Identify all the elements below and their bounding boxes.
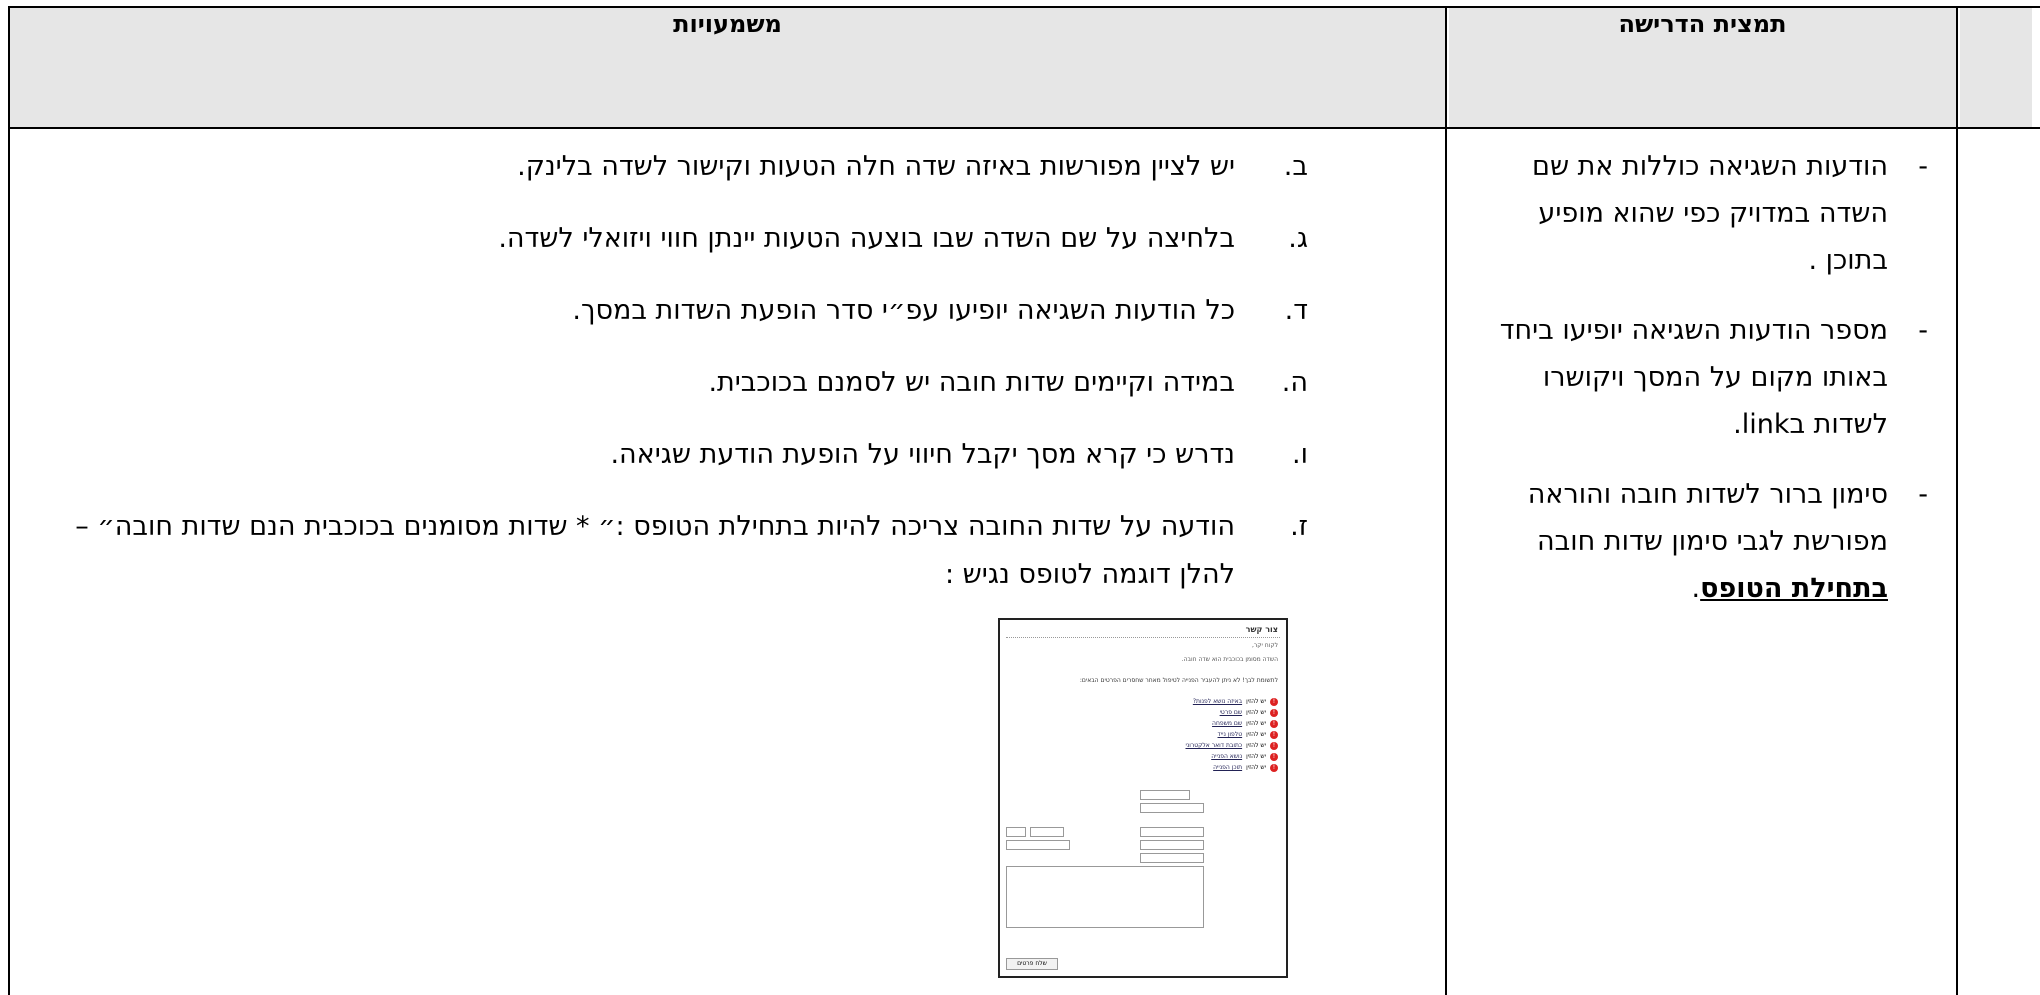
meaning-item: ה. במידה וקיימים שדות חובה יש לסמנם בכוכ… (80, 359, 1308, 407)
form-greeting: לקוח יקר, (1251, 642, 1278, 649)
error-icon: ! (1270, 752, 1278, 761)
form-error-summary: לתשומת לבך! לא ניתן להעביר הפנייה לטיפול… (1079, 677, 1278, 684)
meaning-item: ג. בלחיצה על שם השדה שבו בוצעה הטעות יינ… (80, 215, 1308, 263)
requirement-line: מפורשת לגבי סימון שדות חובה (1537, 526, 1888, 557)
error-field-link[interactable]: טלפון נייד (1218, 731, 1243, 738)
meaning-text: בלחיצה על שם השדה שבו בוצעה הטעות יינתן … (80, 215, 1235, 263)
error-prefix: יש להזין (1246, 731, 1266, 738)
error-field-link[interactable]: תוכן הפנייה (1213, 764, 1242, 771)
column-divider-requirement (1956, 6, 1958, 995)
requirement-item: - סימון ברור לשדות חובה והוראה מפורשת לג… (1470, 471, 1928, 612)
meaning-line: נדרש כי קרא מסך יקבל חיווי על הופעת הודע… (610, 439, 1235, 470)
meaning-text: במידה וקיימים שדות חובה יש לסמנם בכוכבית… (80, 359, 1235, 407)
error-icon: ! (1270, 719, 1278, 728)
meaning-text: הודעה על שדות החובה צריכה להיות בתחילת ה… (75, 503, 1235, 599)
meaning-text: כל הודעות השגיאה יופיעו עפ״י סדר הופעת ה… (80, 287, 1235, 335)
error-item[interactable]: ! יש להזין נושא הפנייה (1211, 752, 1278, 761)
form-select-field[interactable] (1140, 853, 1204, 863)
trailing-period: . (1691, 573, 1701, 604)
form-select-field[interactable] (1140, 790, 1190, 800)
table-left-border (8, 6, 10, 995)
requirement-text: הודעות השגיאה כוללות את שם השדה במדויק כ… (1470, 143, 1888, 284)
error-prefix: יש להזין (1246, 720, 1266, 727)
header-bg-right (1960, 8, 2032, 127)
header-requirement: תמצית הדרישה (1618, 10, 1787, 38)
error-icon: ! (1270, 741, 1278, 750)
form-input-field[interactable] (1140, 840, 1204, 850)
example-form-image: צור קשר לקוח יקר, השדה מסומן בכוכבית הוא… (998, 618, 1288, 978)
meaning-text: יש לציין מפורשות באיזה שדה חלה הטעות וקי… (80, 143, 1235, 191)
error-field-link[interactable]: באיזה נושא לפנות? (1193, 698, 1242, 705)
meaning-line: כל הודעות השגיאה יופיעו עפ״י סדר הופעת ה… (572, 295, 1235, 326)
bullet-dash: - (1918, 315, 1928, 346)
error-icon: ! (1270, 697, 1278, 706)
error-prefix: יש להזין (1246, 742, 1266, 749)
meanings-list: ב. יש לציין מפורשות באיזה שדה חלה הטעות … (75, 143, 1308, 623)
error-prefix: יש להזין (1246, 698, 1266, 705)
emphasis-text: בתחילת הטופס (1700, 573, 1888, 604)
meaning-item: ב. יש לציין מפורשות באיזה שדה חלה הטעות … (80, 143, 1308, 191)
form-select-field[interactable] (1006, 827, 1026, 837)
meaning-line: יש לציין מפורשות באיזה שדה חלה הטעות וקי… (517, 151, 1235, 182)
error-item[interactable]: ! יש להזין באיזה נושא לפנות? (1193, 697, 1278, 706)
bullet-dash: - (1918, 151, 1928, 182)
meaning-item: ד. כל הודעות השגיאה יופיעו עפ״י סדר הופע… (80, 287, 1308, 335)
form-input-field[interactable] (1030, 827, 1064, 837)
form-textarea[interactable] (1006, 866, 1204, 928)
error-item[interactable]: ! יש להזין תוכן הפנייה (1213, 763, 1278, 772)
error-icon: ! (1270, 708, 1278, 717)
requirement-line: מספר הודעות השגיאה יופיעו ביחד (1499, 315, 1888, 346)
error-icon: ! (1270, 763, 1278, 772)
requirement-line: לשדות בlink. (1733, 409, 1888, 440)
bullet-dash: - (1918, 479, 1928, 510)
error-item[interactable]: ! יש להזין כתובת דואר אלקטרוני (1185, 741, 1278, 750)
meaning-text: נדרש כי קרא מסך יקבל חיווי על הופעת הודע… (80, 431, 1235, 479)
error-item[interactable]: ! יש להזין שם פרטי (1220, 708, 1278, 717)
requirement-list: - הודעות השגיאה כוללות את שם השדה במדויק… (1470, 143, 1928, 635)
meaning-line: להלן דוגמה לטופס נגיש : (944, 559, 1235, 590)
table-top-border (8, 6, 2040, 8)
form-title: צור קשר (1245, 625, 1278, 634)
error-field-link[interactable]: כתובת דואר אלקטרוני (1185, 742, 1242, 749)
error-field-link[interactable]: שם משפחה (1212, 720, 1242, 727)
requirement-item: - הודעות השגיאה כוללות את שם השדה במדויק… (1470, 143, 1928, 284)
requirement-line: באותו מקום על המסך ויקושרו (1542, 362, 1888, 393)
meaning-item: ו. נדרש כי קרא מסך יקבל חיווי על הופעת ה… (80, 431, 1308, 479)
form-input-field[interactable] (1006, 840, 1070, 850)
requirement-text: סימון ברור לשדות חובה והוראה מפורשת לגבי… (1470, 471, 1888, 612)
column-divider-meanings (1445, 6, 1447, 995)
requirement-line: בתוכן . (1808, 245, 1888, 276)
meaning-letter: ז. (1290, 511, 1308, 542)
meaning-letter: ה. (1281, 367, 1308, 398)
error-item[interactable]: ! יש להזין שם משפחה (1212, 719, 1278, 728)
table-header-border (8, 127, 2040, 129)
error-field-link[interactable]: נושא הפנייה (1211, 753, 1242, 760)
meaning-line: הודעה על שדות החובה צריכה להיות בתחילת ה… (75, 511, 1235, 542)
requirement-line-emphasis: בתחילת הטופס. (1470, 565, 1888, 612)
requirement-line: סימון ברור לשדות חובה והוראה (1527, 479, 1888, 510)
meaning-letter: ד. (1284, 295, 1308, 326)
meaning-line: במידה וקיימים שדות חובה יש לסמנם בכוכבית… (708, 367, 1235, 398)
requirement-text: מספר הודעות השגיאה יופיעו ביחד באותו מקו… (1470, 307, 1888, 448)
form-title-rule (1006, 637, 1280, 638)
meaning-line: בלחיצה על שם השדה שבו בוצעה הטעות יינתן … (498, 223, 1235, 254)
meaning-letter: ג. (1288, 223, 1308, 254)
meaning-letter: ו. (1292, 439, 1308, 470)
error-prefix: יש להזין (1246, 764, 1266, 771)
submit-button[interactable]: שלח פרטים (1006, 958, 1058, 970)
form-input-field[interactable] (1140, 827, 1204, 837)
error-prefix: יש להזין (1246, 709, 1266, 716)
requirement-item: - מספר הודעות השגיאה יופיעו ביחד באותו מ… (1470, 307, 1928, 448)
error-item[interactable]: ! יש להזין טלפון נייד (1218, 730, 1278, 739)
header-meanings: משמעויות (673, 10, 782, 38)
error-field-link[interactable]: שם פרטי (1220, 709, 1243, 716)
requirement-line: השדה במדויק כפי שהוא מופיע (1538, 198, 1888, 229)
error-icon: ! (1270, 730, 1278, 739)
requirement-line: הודעות השגיאה כוללות את שם (1532, 151, 1888, 182)
meaning-letter: ב. (1283, 151, 1308, 182)
meaning-item: ז. הודעה על שדות החובה צריכה להיות בתחיל… (75, 503, 1308, 599)
form-input-field[interactable] (1140, 803, 1204, 813)
form-required-note: השדה מסומן בכוכבית הוא שדה חובה. (1181, 656, 1278, 663)
error-prefix: יש להזין (1246, 753, 1266, 760)
